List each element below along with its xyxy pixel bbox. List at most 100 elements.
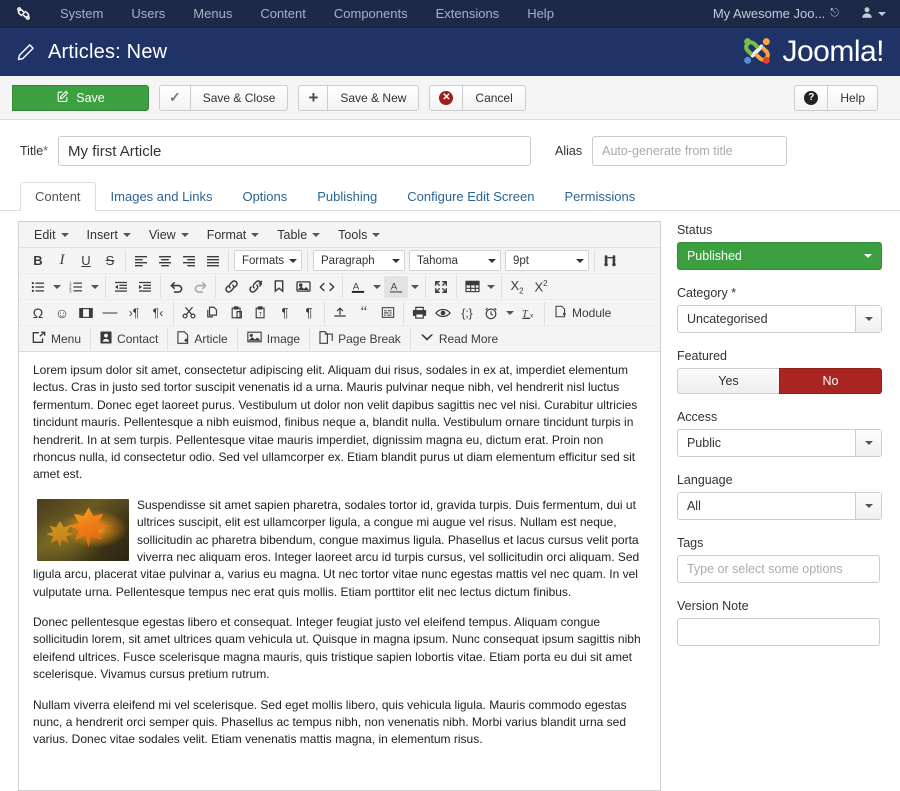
- print-icon[interactable]: [407, 302, 431, 324]
- tab-images-and-links[interactable]: Images and Links: [96, 182, 228, 211]
- help-button[interactable]: Help: [827, 84, 878, 111]
- tab-configure-edit-screen[interactable]: Configure Edit Screen: [392, 182, 549, 211]
- find-replace-icon[interactable]: [598, 250, 622, 272]
- title-input[interactable]: [58, 136, 532, 166]
- table-options[interactable]: [484, 276, 498, 298]
- formats-select[interactable]: Formats: [234, 250, 302, 271]
- save-new-icon-part[interactable]: +: [298, 84, 328, 111]
- background-color-options[interactable]: [408, 276, 422, 298]
- joomla-mark-icon[interactable]: [14, 5, 32, 23]
- featured-no-option[interactable]: No: [778, 368, 882, 394]
- tab-options[interactable]: Options: [227, 182, 302, 211]
- insert-read-more-button[interactable]: Read More: [414, 328, 504, 350]
- access-select[interactable]: Public: [676, 429, 882, 457]
- version-note-input[interactable]: [676, 618, 880, 646]
- category-select[interactable]: Uncategorised: [676, 305, 882, 333]
- cancel-icon-part[interactable]: ✕: [429, 84, 463, 111]
- editor-menu-insert[interactable]: Insert: [78, 226, 140, 244]
- nav-item-help[interactable]: Help: [513, 0, 568, 28]
- editor-menu-format[interactable]: Format: [198, 226, 269, 244]
- nav-item-content[interactable]: Content: [246, 0, 320, 28]
- editor-menu-tools[interactable]: Tools: [329, 226, 389, 244]
- cut-icon[interactable]: [177, 302, 201, 324]
- status-select[interactable]: Published: [676, 242, 882, 270]
- paste-text-icon[interactable]: T: [249, 302, 273, 324]
- font-family-select[interactable]: Tahoma: [409, 250, 501, 271]
- insert-date-options[interactable]: [503, 302, 517, 324]
- tab-publishing[interactable]: Publishing: [302, 182, 392, 211]
- editor-menu-table[interactable]: Table: [268, 226, 329, 244]
- preview-icon[interactable]: [431, 302, 455, 324]
- anchor-icon[interactable]: [267, 276, 291, 298]
- background-color-icon[interactable]: A: [384, 275, 408, 298]
- autumn-leaf-image[interactable]: [37, 498, 129, 561]
- insert-page-break-button[interactable]: Page Break: [313, 328, 407, 350]
- emoticon-icon[interactable]: ☺: [50, 302, 74, 324]
- paragraph-select[interactable]: Paragraph: [313, 250, 405, 271]
- bullet-list-icon[interactable]: [26, 276, 50, 298]
- align-left-icon[interactable]: [129, 250, 153, 272]
- save-new-button[interactable]: Save & New: [327, 84, 420, 111]
- save-button[interactable]: Save: [12, 84, 149, 111]
- rtl-icon[interactable]: ¶‹: [146, 302, 170, 324]
- ltr-icon[interactable]: ›¶: [122, 302, 146, 324]
- site-preview-link[interactable]: My Awesome Joo... ⎋: [713, 6, 839, 21]
- bullet-list-options[interactable]: [50, 276, 64, 298]
- help-icon-part[interactable]: ?: [794, 84, 828, 111]
- align-center-icon[interactable]: [153, 250, 177, 272]
- remove-format-icon[interactable]: Tx: [517, 302, 541, 324]
- numbered-list-icon[interactable]: 123: [64, 276, 88, 298]
- save-close-button[interactable]: Save & Close: [189, 84, 289, 111]
- font-size-select[interactable]: 9pt: [505, 250, 589, 271]
- subscript-icon[interactable]: X2: [505, 276, 529, 298]
- special-character-icon[interactable]: Ω: [26, 302, 50, 324]
- indent-icon[interactable]: [133, 276, 157, 298]
- superscript-icon[interactable]: X2: [529, 276, 553, 298]
- nav-item-extensions[interactable]: Extensions: [422, 0, 514, 28]
- text-color-options[interactable]: [370, 276, 384, 298]
- nav-item-system[interactable]: System: [46, 0, 117, 28]
- paste-icon[interactable]: [225, 302, 249, 324]
- nav-item-menus[interactable]: Menus: [179, 0, 246, 28]
- unlink-icon[interactable]: [243, 276, 267, 298]
- copy-icon[interactable]: [201, 302, 225, 324]
- template-icon[interactable]: [328, 302, 352, 324]
- table-icon[interactable]: [460, 276, 484, 298]
- user-menu-button[interactable]: [861, 6, 886, 22]
- tags-input[interactable]: [676, 555, 880, 583]
- outdent-icon[interactable]: [109, 276, 133, 298]
- insert-article-button[interactable]: Article: [171, 328, 233, 350]
- insert-contact-button[interactable]: Contact: [94, 328, 164, 350]
- module-button[interactable]: Module: [548, 302, 617, 324]
- nav-item-components[interactable]: Components: [320, 0, 422, 28]
- strikethrough-icon[interactable]: S: [98, 250, 122, 272]
- align-justify-icon[interactable]: [201, 250, 225, 272]
- source-code-icon[interactable]: [315, 276, 339, 298]
- featured-yes-option[interactable]: Yes: [676, 368, 779, 394]
- undo-icon[interactable]: [164, 276, 188, 298]
- numbered-list-options[interactable]: [88, 276, 102, 298]
- fullscreen-icon[interactable]: [429, 276, 453, 298]
- tab-content[interactable]: Content: [20, 182, 96, 211]
- bold-icon[interactable]: B: [26, 250, 50, 272]
- italic-icon[interactable]: I: [50, 250, 74, 272]
- underline-icon[interactable]: U: [74, 250, 98, 272]
- tab-permissions[interactable]: Permissions: [549, 182, 650, 211]
- editor-menu-edit[interactable]: Edit: [25, 226, 78, 244]
- insert-image-button[interactable]: Image: [241, 328, 306, 350]
- cancel-button[interactable]: Cancel: [462, 84, 526, 111]
- save-close-icon-part[interactable]: ✓: [159, 84, 190, 111]
- align-right-icon[interactable]: [177, 250, 201, 272]
- code-sample-icon[interactable]: {;}: [455, 302, 479, 324]
- nav-item-users[interactable]: Users: [117, 0, 179, 28]
- insert-menu-button[interactable]: Menu: [26, 328, 87, 350]
- redo-icon[interactable]: [188, 276, 212, 298]
- alias-input[interactable]: [592, 136, 788, 166]
- editor-menu-view[interactable]: View: [140, 226, 198, 244]
- blockquote-icon[interactable]: “: [352, 302, 376, 324]
- editor-content-area[interactable]: Lorem ipsum dolor sit amet, consectetur …: [19, 352, 660, 790]
- language-select[interactable]: All: [676, 492, 882, 520]
- text-color-icon[interactable]: A: [346, 276, 370, 298]
- preview-code-icon[interactable]: [376, 302, 400, 324]
- link-icon[interactable]: [219, 276, 243, 298]
